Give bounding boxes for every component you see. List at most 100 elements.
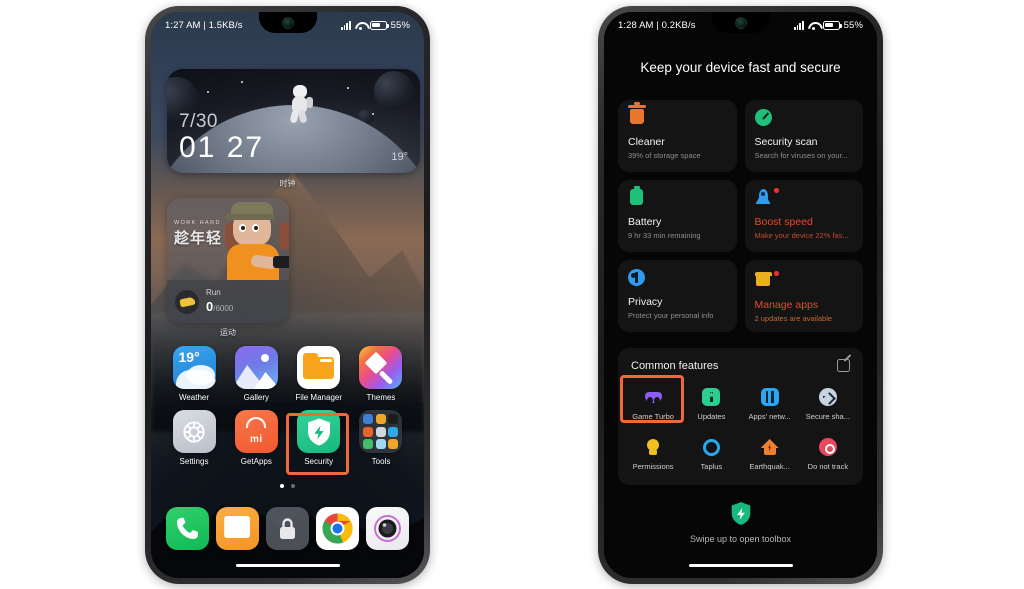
app-getapps[interactable]: mi GetApps <box>227 410 285 466</box>
feature-do-not-track[interactable]: Do not track <box>799 432 857 475</box>
card-title: Battery <box>628 216 662 228</box>
front-camera-icon <box>281 17 294 29</box>
secure-share-icon <box>818 387 838 407</box>
app-themes[interactable]: Themes <box>352 346 410 402</box>
star-decor <box>241 81 243 83</box>
app-grid: 19° Weather Gallery File Manager Themes … <box>165 346 410 474</box>
feature-updates[interactable]: Updates <box>682 382 740 425</box>
trash-icon <box>628 102 646 127</box>
app-label-gallery: Gallery <box>243 393 269 402</box>
feature-game-turbo[interactable]: Game Turbo <box>624 382 682 425</box>
rocket-icon <box>755 188 779 207</box>
app-file-manager[interactable]: File Manager <box>290 346 348 402</box>
dock-lock[interactable] <box>263 507 313 550</box>
feature-earthquake[interactable]: Earthquak... <box>741 432 799 475</box>
app-settings[interactable]: Settings <box>165 410 223 466</box>
fitness-slogan: WORK HARD 趁年轻 <box>174 220 222 248</box>
updates-icon <box>701 387 721 407</box>
star-decor <box>207 91 209 93</box>
star-decor <box>347 87 349 89</box>
dock-camera[interactable] <box>362 507 412 550</box>
common-features-row-2: Permissions Taplus Earthquak... Do not t… <box>624 432 857 475</box>
getapps-icon: mi <box>234 410 278 453</box>
page-dot-active <box>280 484 284 488</box>
earthquake-icon <box>760 437 780 457</box>
shield-icon <box>307 418 330 445</box>
chrome-icon <box>315 507 359 550</box>
card-manage-apps[interactable]: Manage apps 2 updates are available <box>744 260 863 332</box>
fitness-widget-hero: WORK HARD 趁年轻 <box>167 198 289 280</box>
dock-phone[interactable] <box>163 507 213 550</box>
clock-widget[interactable]: 7/30 01 27 19° <box>167 69 420 173</box>
app-security[interactable]: Security <box>290 410 348 466</box>
gear-icon <box>183 420 205 443</box>
wifi-icon <box>355 21 366 30</box>
dock-chrome[interactable] <box>312 507 362 550</box>
feature-secure-share[interactable]: Secure sha... <box>799 382 857 425</box>
card-battery[interactable]: Battery 9 hr 33 min remaining <box>618 180 737 252</box>
phone-right-security-app: 1:28 AM | 0.2KB/s 55% Keep your device f… <box>598 6 883 584</box>
file-manager-icon <box>297 346 341 389</box>
taplus-icon <box>701 437 721 457</box>
feature-label: Do not track <box>807 462 849 471</box>
phone-left-home-screen: 1:27 AM | 1.5KB/s 55% 7/30 01 27 19° 时钟 … <box>145 6 430 584</box>
notification-dot <box>774 188 779 193</box>
clock-widget-temperature: 19° <box>391 151 408 163</box>
themes-icon <box>359 346 403 389</box>
fitness-slogan-en: WORK HARD <box>174 220 221 226</box>
feature-label: Secure sha... <box>805 412 850 421</box>
phone-icon <box>166 507 210 550</box>
app-label-themes: Themes <box>366 393 396 402</box>
dock-messages[interactable] <box>213 507 263 550</box>
common-features-panel: Common features Game Turbo Updates Apps' <box>618 348 863 485</box>
battery-percent-label: 55% <box>390 19 410 31</box>
battery-percent-label: 55% <box>843 19 863 31</box>
page-dot-inactive <box>291 484 295 488</box>
do-not-track-icon <box>818 437 838 457</box>
card-security-scan[interactable]: Security scan Search for viruses on your… <box>744 100 863 172</box>
edit-icon[interactable] <box>837 359 850 372</box>
card-title: Security scan <box>754 136 818 148</box>
card-boost-speed[interactable]: Boost speed Make your device 22% fas... <box>744 180 863 252</box>
fitness-widget[interactable]: WORK HARD 趁年轻 Run 0/6000 <box>167 198 289 323</box>
feature-label: Game Turbo <box>632 412 674 421</box>
dumbbell-icon <box>273 256 289 268</box>
card-cleaner[interactable]: Cleaner 39% of storage space <box>618 100 737 172</box>
card-title: Privacy <box>628 296 663 308</box>
common-features-header: Common features <box>624 359 857 375</box>
feature-label: Taplus <box>700 462 723 471</box>
card-title: Manage apps <box>754 299 819 311</box>
page-indicator[interactable] <box>151 484 424 488</box>
fitness-character-icon <box>219 200 289 280</box>
feature-label: Earthquak... <box>749 462 790 471</box>
toolbox-hint[interactable]: Swipe up to open toolbox <box>604 501 877 544</box>
notification-dot <box>774 271 779 276</box>
phone-right-display: 1:28 AM | 0.2KB/s 55% Keep your device f… <box>604 12 877 578</box>
fitness-slogan-cn: 趁年轻 <box>174 230 223 247</box>
clock-widget-time: 01 27 <box>179 131 265 164</box>
privacy-icon <box>628 269 646 287</box>
wifi-icon <box>808 21 819 30</box>
app-weather[interactable]: 19° Weather <box>165 346 223 402</box>
home-gesture-bar[interactable] <box>235 563 340 567</box>
permissions-icon <box>643 437 663 457</box>
settings-icon <box>172 410 216 453</box>
app-label-security: Security <box>304 457 334 466</box>
home-gesture-bar[interactable] <box>688 563 793 567</box>
app-gallery[interactable]: Gallery <box>227 346 285 402</box>
feature-permissions[interactable]: Permissions <box>624 432 682 475</box>
lock-icon <box>265 507 309 550</box>
feature-label: Updates <box>697 412 726 421</box>
app-tools-folder[interactable]: Tools <box>352 410 410 466</box>
weather-icon: 19° <box>172 346 216 389</box>
feature-apps-network[interactable]: Apps' netw... <box>741 382 799 425</box>
screenshot-canvas: 1:27 AM | 1.5KB/s 55% 7/30 01 27 19° 时钟 … <box>0 0 1024 589</box>
front-camera-icon <box>734 17 747 29</box>
star-decor <box>372 113 374 115</box>
feature-taplus[interactable]: Taplus <box>682 432 740 475</box>
signal-icon <box>341 20 351 30</box>
card-privacy[interactable]: Privacy Protect your personal info <box>618 260 737 332</box>
battery-icon <box>628 186 646 207</box>
battery-icon <box>369 20 389 30</box>
camera-icon <box>365 507 409 550</box>
